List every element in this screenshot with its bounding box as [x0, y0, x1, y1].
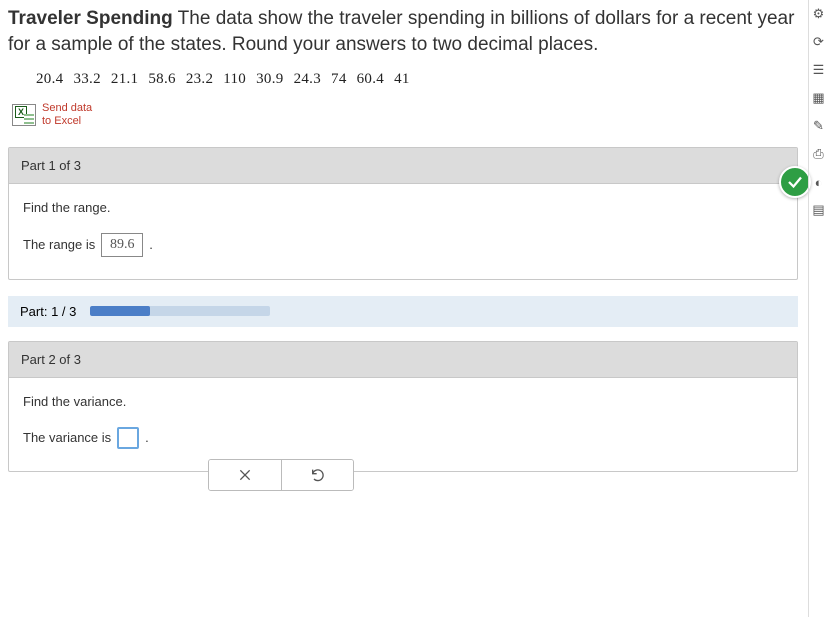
theme-icon[interactable]: ◐: [811, 174, 827, 190]
refresh-icon[interactable]: ⟳: [811, 34, 827, 50]
settings-icon[interactable]: ⚙: [811, 6, 827, 22]
progress-track: [90, 306, 270, 316]
pencil-icon[interactable]: ✎: [811, 118, 827, 134]
part-1-answer-input[interactable]: [101, 233, 143, 257]
right-tool-rail: ⚙ ⟳ ☰ ▦ ✎ ⎙ ◐ ▤: [808, 0, 828, 617]
list-icon[interactable]: ☰: [811, 62, 827, 78]
correct-check-icon: [779, 166, 811, 198]
undo-button[interactable]: [281, 460, 353, 490]
part-1-answer-prefix: The range is: [23, 237, 95, 252]
data-value: 30.9: [256, 71, 283, 87]
progress-label: Part: 1 / 3: [20, 304, 76, 319]
progress-bar: Part: 1 / 3: [8, 296, 798, 327]
data-value: 24.3: [294, 71, 321, 87]
data-values-row: 20.4 33.2 21.1 58.6 23.2 110 30.9 24.3 74 60.4 41: [8, 71, 798, 88]
data-value: 33.2: [73, 71, 100, 87]
part-1-header: Part 1 of 3: [9, 148, 797, 184]
send-to-excel-link[interactable]: Send data to Excel: [8, 102, 798, 128]
data-value: 23.2: [186, 71, 213, 87]
data-value: 110: [223, 71, 246, 87]
data-value: 41: [394, 71, 410, 87]
answer-toolbar: [208, 459, 354, 491]
data-value: 21.1: [111, 71, 138, 87]
progress-fill: [90, 306, 149, 316]
data-value: 74: [331, 71, 347, 87]
problem-title-bold: Traveler Spending: [8, 8, 173, 29]
data-value: 20.4: [36, 71, 63, 87]
clear-button[interactable]: [209, 460, 281, 490]
calculator-icon[interactable]: ▦: [811, 90, 827, 106]
excel-icon: [12, 104, 36, 126]
part-1-answer-suffix: .: [149, 237, 153, 252]
data-value: 58.6: [148, 71, 175, 87]
part-2-answer-suffix: .: [145, 430, 149, 445]
send-link-line1: Send data: [42, 102, 92, 115]
problem-statement: Traveler Spending The data show the trav…: [8, 6, 798, 57]
part-2-header: Part 2 of 3: [9, 342, 797, 378]
send-link-line2: to Excel: [42, 115, 92, 128]
part-2-answer-input[interactable]: [117, 427, 139, 449]
part-2-card: Part 2 of 3 Find the variance. The varia…: [8, 341, 798, 472]
close-icon: [237, 467, 253, 483]
part-1-instruction: Find the range.: [23, 200, 783, 215]
undo-icon: [310, 467, 326, 483]
printer-icon[interactable]: ⎙: [811, 146, 827, 162]
part-1-card: Part 1 of 3 Find the range. The range is…: [8, 147, 798, 280]
part-2-instruction: Find the variance.: [23, 394, 783, 409]
part-2-answer-prefix: The variance is: [23, 430, 111, 445]
grid-icon[interactable]: ▤: [811, 202, 827, 218]
data-value: 60.4: [357, 71, 384, 87]
